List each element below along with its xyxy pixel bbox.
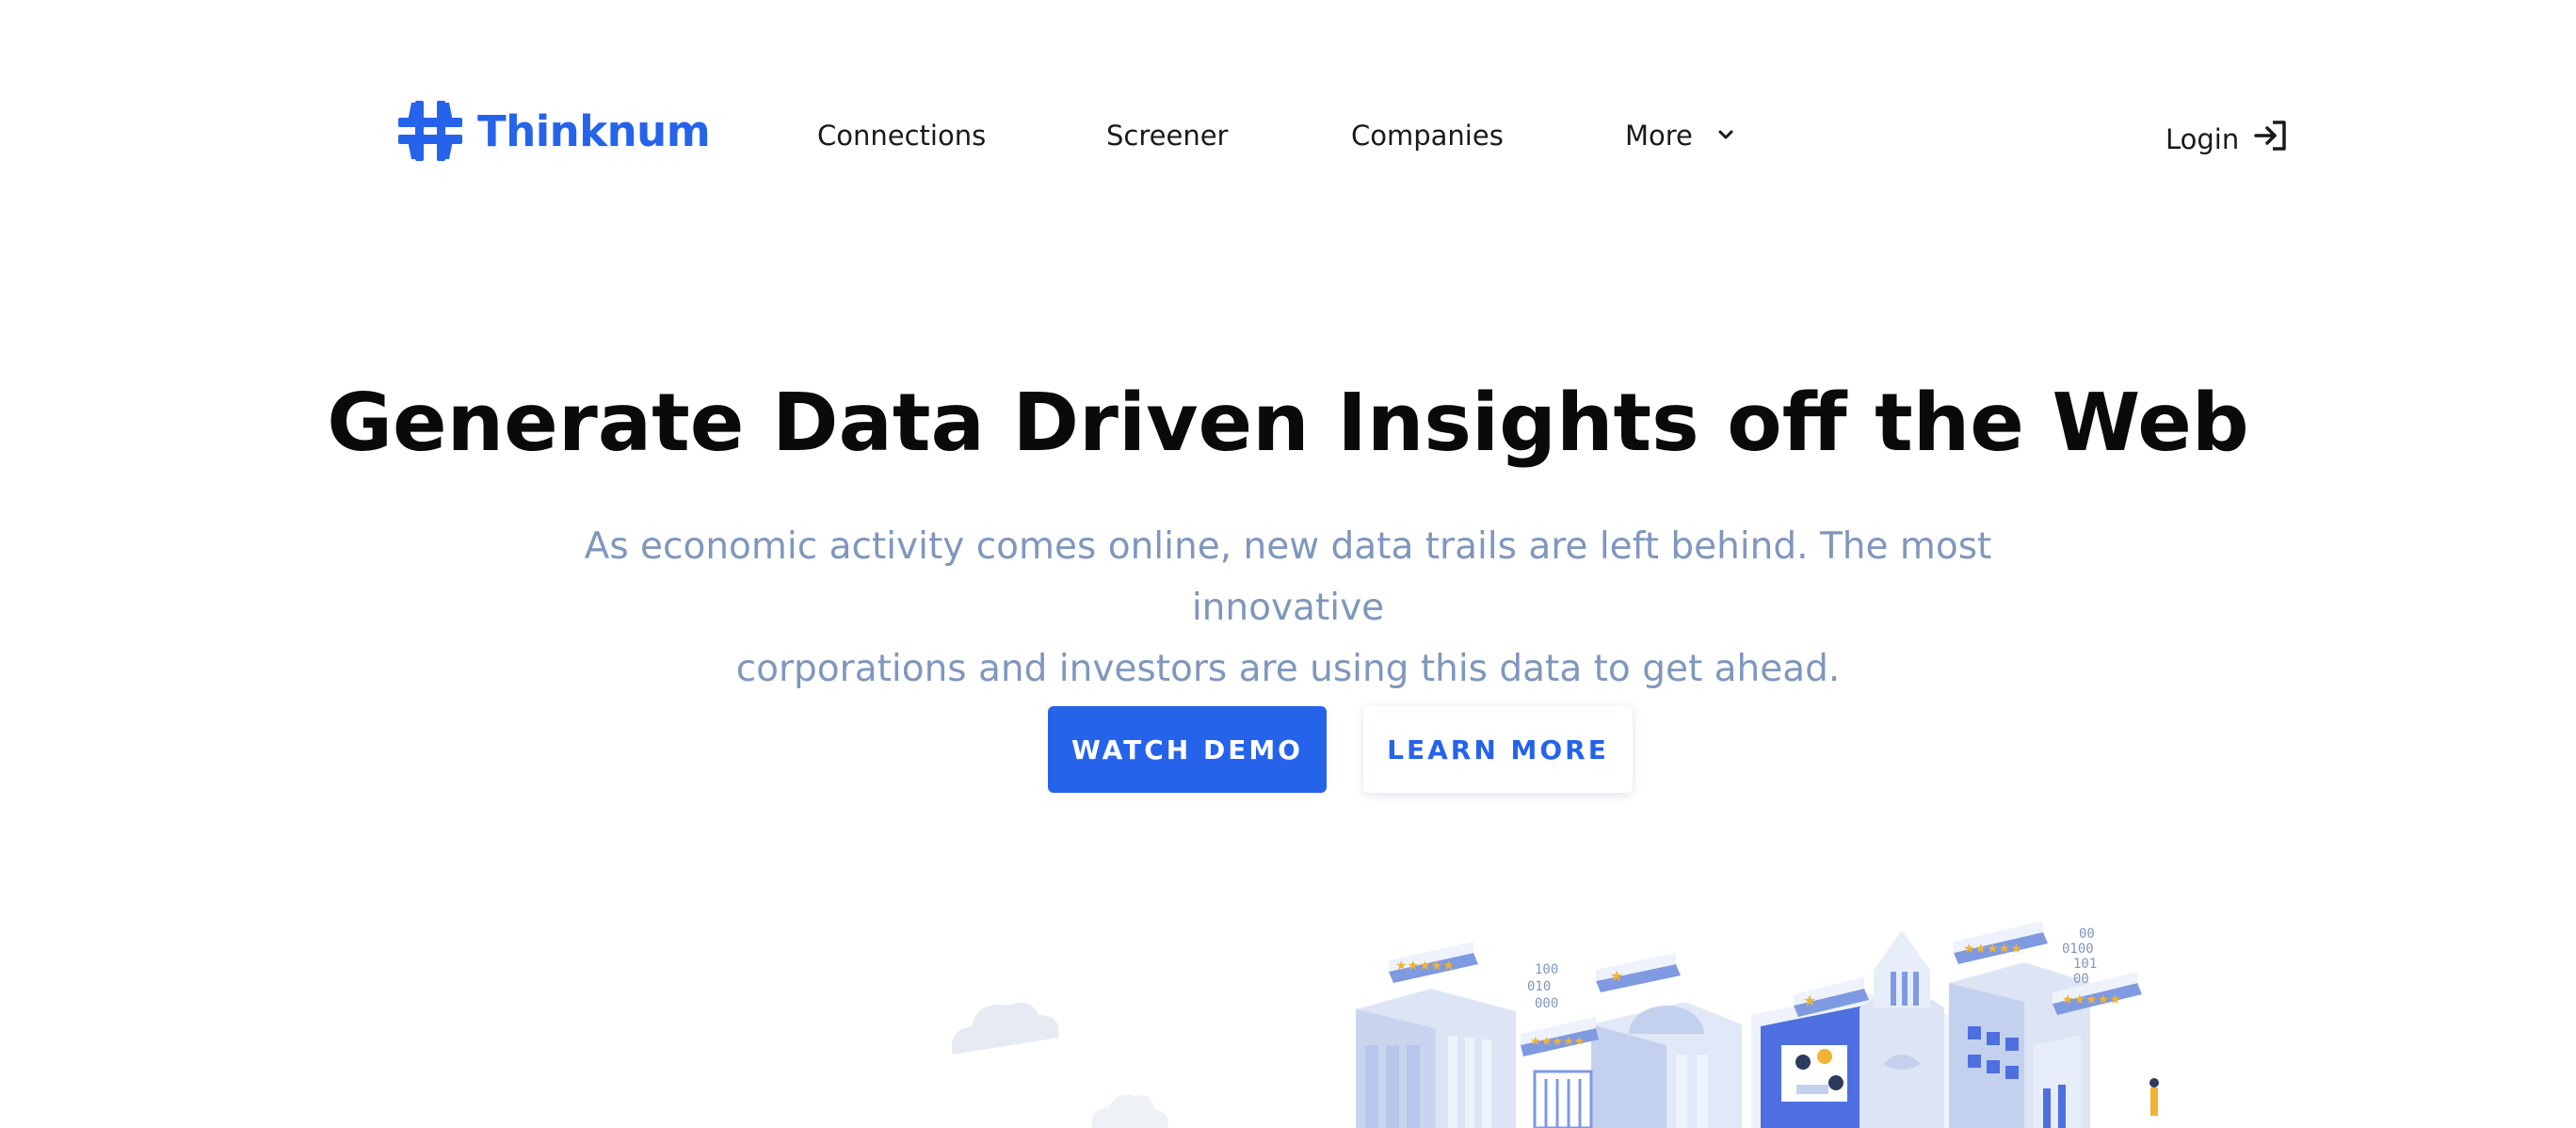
binary-2-line-1: 00 [2079, 927, 2095, 942]
logo[interactable]: Thinknum [396, 97, 711, 165]
nav-more-label: More [1625, 120, 1693, 152]
nav-connections[interactable]: Connections [817, 120, 986, 152]
logo-icon [396, 97, 464, 165]
logo-text: Thinknum [477, 105, 711, 156]
svg-text:★★★★★: ★★★★★ [1530, 1035, 1585, 1049]
svg-text:★: ★ [1610, 967, 1623, 985]
login-label: Login [2165, 122, 2240, 155]
building-left [1356, 989, 1516, 1128]
binary-2-line-3: 101 [2073, 957, 2097, 972]
binary-2-line-2: 0100 [2062, 942, 2094, 957]
rating-sign-left: ★★★★★ [1389, 942, 1478, 983]
hero-subtitle-line-2: corporations and investors are using thi… [735, 648, 1841, 690]
chevron-down-icon [1715, 120, 1736, 152]
binary-1-line-3: 000 [1535, 996, 1558, 1011]
login-icon [2252, 117, 2290, 161]
hero-subtitle: As economic activity comes online, new d… [535, 516, 2041, 700]
svg-text:★★★★★: ★★★★★ [1395, 959, 1455, 974]
login-link[interactable]: Login [2165, 117, 2290, 161]
page: Thinknum Connections Screener Companies … [0, 0, 2576, 1128]
building-dome [1591, 1002, 1742, 1128]
svg-text:★★★★★: ★★★★★ [2062, 992, 2121, 1007]
nav-companies[interactable]: Companies [1351, 120, 1504, 152]
binary-digits-left: 100 010 000 [1527, 962, 1558, 1011]
isometric-city-illustration: ★★★★★ 100 010 000 ★ ★★★★★ ★ ★★★★★ ★★★★★ … [932, 904, 2222, 1128]
binary-2-line-4: 00 [2073, 972, 2089, 987]
svg-text:★★★★★: ★★★★★ [1963, 942, 2022, 957]
nav-more[interactable]: More [1625, 120, 1736, 152]
tower-center [1860, 930, 1944, 1128]
learn-more-button[interactable]: LEARN MORE [1363, 706, 1633, 793]
binary-1-line-2: 010 [1527, 979, 1551, 994]
nav-screener[interactable]: Screener [1106, 120, 1228, 152]
watch-demo-button[interactable]: WATCH DEMO [1048, 706, 1327, 793]
svg-text:★: ★ [1803, 991, 1816, 1009]
hero-title: Generate Data Driven Insights off the We… [327, 377, 2249, 470]
binary-1-line-1: 100 [1535, 962, 1558, 977]
cloud-icon [951, 1002, 1168, 1128]
hero-subtitle-line-1: As economic activity comes online, new d… [584, 525, 1992, 629]
